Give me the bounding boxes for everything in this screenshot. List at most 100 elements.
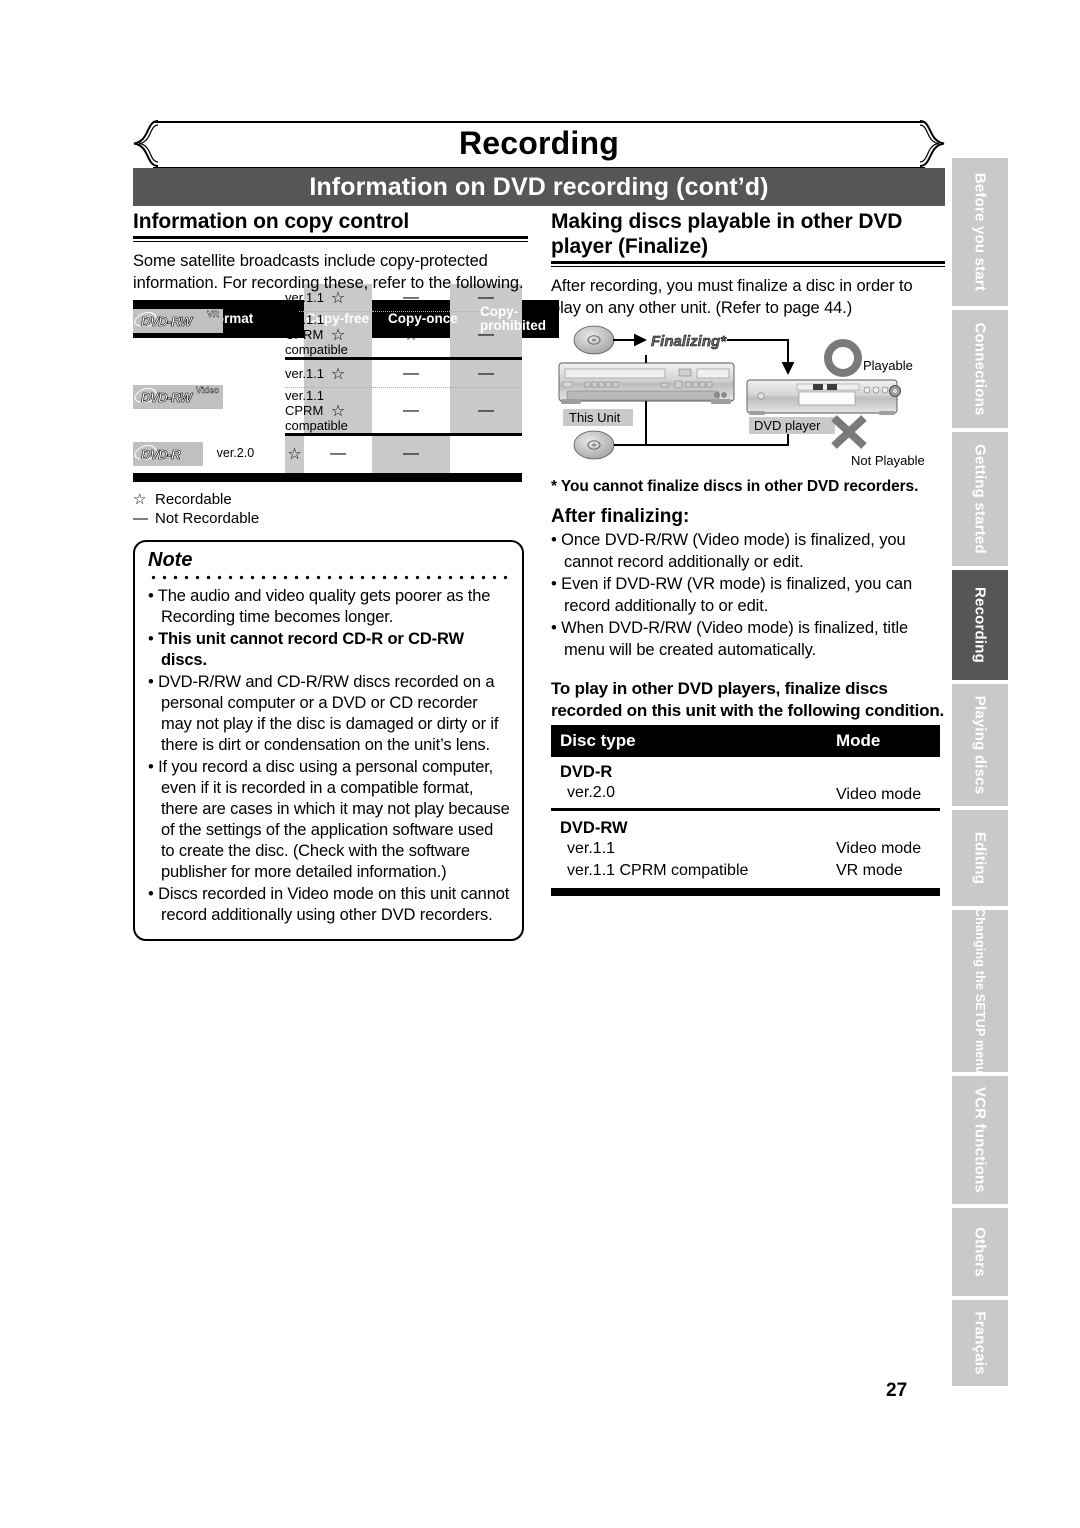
section-banner: Information on DVD recording (cont’d): [133, 168, 945, 206]
playable-label: Playable: [863, 358, 913, 373]
note-item: DVD-R/RW and CD-R/RW discs recorded on a…: [148, 672, 511, 756]
mode-value: Video mode: [836, 840, 922, 857]
mode-value: Video mode: [836, 786, 922, 803]
cell-copy-free: ☆: [285, 434, 304, 473]
note-box: Note The audio and video quality gets po…: [133, 540, 524, 941]
disc-logo-sup: Video: [196, 384, 219, 395]
dvd-rw-vr-logo-icon-2: DVD-RW VR: [132, 309, 223, 334]
dvd-player-label: DVD player: [754, 418, 821, 433]
note-title: Note: [148, 549, 193, 571]
page-number: 27: [886, 1380, 908, 1401]
after-finalizing-item: When DVD-R/RW (Video mode) is finalized,…: [551, 618, 945, 661]
legend-item: ☆ Recordable: [133, 490, 528, 509]
table-header-row: Disc type Mode: [551, 725, 940, 757]
sidebar-item-francais[interactable]: Français: [952, 1300, 1008, 1386]
this-unit-label: This Unit: [569, 410, 621, 425]
disc-logo-sup: VR: [207, 309, 219, 320]
logo-cell-dvdr: DVD-R ver.2.0: [132, 435, 285, 473]
after-finalizing-item: Even if DVD-RW (VR mode) is finalized, y…: [551, 574, 945, 617]
tab-label: Français: [971, 1311, 989, 1375]
disc-logo-name: DVD-RW: [141, 314, 193, 330]
table-bottom-bar: [133, 472, 522, 482]
disc-format: ver.1.1 CPRM compatible: [567, 862, 749, 879]
legend-text-recordable: Recordable: [155, 490, 232, 508]
sidebar-item-playing-discs[interactable]: Playing discs: [952, 684, 1008, 806]
cell-copy-prohibited: —: [372, 434, 450, 473]
note-item: The audio and video quality gets poorer …: [148, 586, 511, 628]
heading-rule: [133, 236, 528, 242]
cell-copy-once: —: [372, 387, 450, 436]
table-legend: ☆ Recordable — Not Recordable: [133, 490, 528, 528]
disc-format: ver.2.0: [567, 784, 616, 801]
finalize-footnote: * You cannot finalize discs in other DVD…: [551, 478, 919, 495]
mode-table-body: DVD-R Video mode ver.2.0 DVD-RW ver.1.1 …: [551, 757, 940, 888]
heading-rule: [551, 261, 945, 267]
sidebar-item-before-you-start[interactable]: Before you start: [952, 158, 1008, 306]
after-finalizing-list: Once DVD-R/RW (Video mode) is finalized,…: [551, 530, 945, 661]
sidebar-item-getting-started[interactable]: Getting started: [952, 432, 1008, 566]
note-dotted-rule: [148, 574, 511, 581]
legend-symbol-recordable: ☆: [133, 490, 147, 508]
disc-logo-name: DVD-R: [141, 446, 181, 462]
tab-label: Before you start: [971, 172, 989, 292]
note-item-text: The audio and video quality gets poorer …: [157, 587, 491, 626]
disc-name: DVD-RW: [560, 819, 628, 837]
right-column: Making discs playable in other DVD playe…: [551, 209, 945, 896]
note-item-text: Discs recorded in Video mode on this uni…: [158, 885, 510, 924]
chapter-banner: Recording: [133, 120, 945, 169]
legend-symbol-not-recordable: —: [133, 509, 148, 527]
cell-copy-once: —: [330, 445, 346, 463]
mode-table-head: Disc type Mode: [551, 725, 940, 757]
finalize-diagram-svg: Finalizing* This Unit DVD player Playabl…: [558, 325, 925, 468]
table-row: DVD-R ver.2.0 ☆ — —: [132, 434, 522, 473]
copy-control-heading: Information on copy control: [133, 210, 410, 233]
note-item: If you record a disc using a personal co…: [148, 757, 511, 883]
tab-label: Others: [971, 1227, 989, 1277]
sidebar-item-vcr-functions[interactable]: VCR functions: [952, 1076, 1008, 1204]
section-banner-label: Information on DVD recording (cont’d): [309, 172, 769, 201]
mode-spacer: [827, 810, 940, 839]
format-label: ver.1.1: [285, 358, 324, 388]
note-item: Discs recorded in Video mode on this uni…: [148, 884, 511, 926]
table-row: DVD-RW: [551, 810, 940, 839]
note-item-text: If you record a disc using a personal co…: [158, 758, 510, 881]
sidebar-item-changing-setup-menu[interactable]: Changing the SETUP menu: [952, 907, 1008, 1075]
finalize-diagram: Finalizing* This Unit DVD player Playabl…: [551, 325, 945, 475]
tab-label: Changing the SETUP menu: [973, 907, 987, 1075]
logo-cell-video: DVD-RW Video: [132, 359, 285, 435]
finalize-intro: After recording, you must finalize a dis…: [551, 277, 913, 317]
cell-copy-once: —: [372, 358, 450, 388]
disc-name: DVD-R: [560, 763, 613, 781]
table-row: ver.1.1 CPRM compatible VR mode: [551, 860, 940, 888]
tab-label: Editing: [971, 831, 989, 885]
not-playable-label: Not Playable: [851, 453, 925, 468]
tab-label: Playing discs: [971, 695, 989, 795]
chapter-title: Recording: [458, 125, 620, 161]
sidebar-item-connections[interactable]: Connections: [952, 310, 1008, 428]
after-finalizing-item: Once DVD-R/RW (Video mode) is finalized,…: [551, 530, 945, 573]
sidebar-item-recording[interactable]: Recording: [952, 570, 1008, 680]
left-column: Information on copy control Some satelli…: [132, 209, 559, 528]
col-disc-type: Disc type: [551, 725, 827, 757]
mode-table: Disc type Mode DVD-R Video mode ver.2.0 …: [551, 725, 940, 888]
sidebar-item-others[interactable]: Others: [952, 1208, 1008, 1296]
table-row: ver.1.1 Video mode: [551, 838, 940, 860]
format-label: ver.1.1 CPRM compatible: [285, 387, 348, 436]
side-tab-rail: Before you start Connections Getting sta…: [952, 158, 1008, 1390]
dvd-r-logo-icon: DVD-R: [132, 441, 203, 466]
note-item-text: DVD-R/RW and CD-R/RW discs recorded on a…: [158, 673, 499, 754]
format-label: ver.2.0: [216, 445, 255, 460]
manual-page: Recording Information on DVD recording (…: [0, 0, 1080, 1528]
disc-logo-name: DVD-RW: [141, 389, 193, 405]
disc-format: ver.1.1: [567, 840, 616, 857]
sidebar-item-editing[interactable]: Editing: [952, 810, 1008, 906]
tab-label: Connections: [971, 322, 989, 416]
legend-text-not-recordable: Not Recordable: [155, 509, 260, 527]
dvd-rw-video-logo-icon: DVD-RW Video: [132, 384, 223, 409]
mode-table-bottom-bar: [551, 888, 940, 896]
tab-label: Getting started: [971, 444, 989, 554]
finalizing-label: Finalizing*: [651, 333, 727, 350]
after-finalizing-heading: After finalizing:: [551, 506, 690, 527]
note-list: The audio and video quality gets poorer …: [148, 586, 511, 926]
table-row: DVD-R Video mode: [551, 757, 940, 803]
